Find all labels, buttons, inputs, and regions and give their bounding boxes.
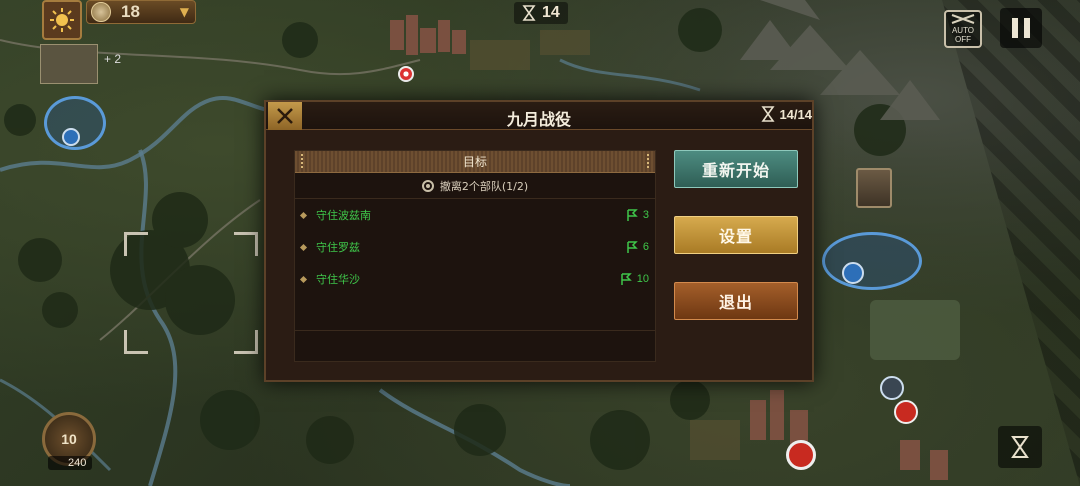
dialog-title: 九月战役: [506, 110, 571, 129]
close-button[interactable]: [268, 102, 302, 130]
campaign-dialog: 九月战役 14/14 目标 撤离2个部队(1/2) 守住波兹南 3 守住罗兹 6…: [264, 100, 814, 382]
selection-bracket: [124, 330, 148, 354]
dialog-header: 九月战役 14/14: [266, 102, 812, 130]
general-badge[interactable]: [42, 0, 82, 40]
bullet-icon: [299, 211, 308, 219]
bullet-icon: [299, 275, 308, 283]
level-value: 10: [61, 431, 77, 447]
close-icon: [277, 108, 293, 124]
medal-value: 18: [121, 2, 140, 21]
pause-icon: [1012, 18, 1018, 38]
objective-turns: 6: [642, 241, 649, 253]
chevron-down-icon: ▼: [179, 5, 189, 19]
exit-button[interactable]: 退出: [674, 282, 798, 320]
hourglass-icon: [522, 5, 536, 21]
objective-row: 守住波兹南 3: [295, 199, 655, 231]
tank-icon: [880, 376, 904, 400]
selection-bracket: [124, 232, 148, 256]
objective-label: 守住华沙: [316, 273, 360, 286]
objective-row: 守住罗兹 6: [295, 231, 655, 263]
objectives-header: 目标: [295, 151, 655, 173]
restart-button[interactable]: 重新开始: [674, 150, 798, 188]
auto-toggle-button[interactable]: AUTO OFF: [944, 10, 982, 48]
supply-value: 240: [48, 456, 93, 470]
city-flag-icon: [398, 66, 414, 82]
evac-objective: 撤离2个部队(1/2): [295, 173, 655, 199]
evac-objective-label: 撤离2个部队(1/2): [439, 179, 529, 193]
selection-bracket: [234, 232, 258, 256]
auto-state: OFF: [955, 35, 971, 44]
pause-icon: [1024, 18, 1030, 38]
settings-button[interactable]: 设置: [674, 216, 798, 254]
selection-bracket: [234, 330, 258, 354]
tank-icon: [62, 128, 80, 146]
hourglass-icon: [761, 106, 776, 122]
pause-button[interactable]: [1000, 8, 1042, 48]
sun-emblem-icon: [50, 8, 74, 32]
flag-icon: [627, 240, 638, 253]
hourglass-icon: [1011, 436, 1029, 458]
auto-label: AUTO: [951, 26, 975, 35]
enemy-unit-marker[interactable]: [786, 440, 816, 470]
turn-indicator: 14: [514, 2, 568, 24]
unit-marker-tank[interactable]: [870, 300, 960, 360]
coin-icon: [91, 2, 111, 22]
target-icon: [421, 179, 434, 192]
unit-card[interactable]: [40, 44, 98, 84]
flag-icon: [627, 208, 638, 221]
objective-turns: 3: [642, 209, 649, 221]
turns-remaining: 14/14: [761, 106, 812, 122]
soviet-star-icon: [894, 400, 918, 424]
officer-portrait[interactable]: [856, 168, 892, 208]
turn-value: 14: [542, 4, 560, 21]
bonus-label: + 2: [104, 52, 122, 66]
medal-counter[interactable]: 18 ▼: [86, 0, 196, 24]
objective-turns: 10: [636, 273, 649, 285]
divider: [295, 330, 655, 331]
end-turn-button[interactable]: [998, 426, 1042, 468]
unit-marker-armored-car[interactable]: [822, 232, 922, 290]
objective-label: 守住罗兹: [316, 241, 360, 254]
turns-value: 14/14: [779, 106, 812, 122]
objective-label: 守住波兹南: [316, 209, 371, 222]
flag-icon: [621, 272, 632, 285]
objective-row: 守住华沙 10: [295, 263, 655, 295]
objectives-panel: 目标 撤离2个部队(1/2) 守住波兹南 3 守住罗兹 6 守住华沙 10: [294, 150, 656, 362]
tank-icon: [842, 262, 864, 284]
bullet-icon: [299, 243, 308, 251]
crossed-rifles-icon: [951, 14, 975, 24]
